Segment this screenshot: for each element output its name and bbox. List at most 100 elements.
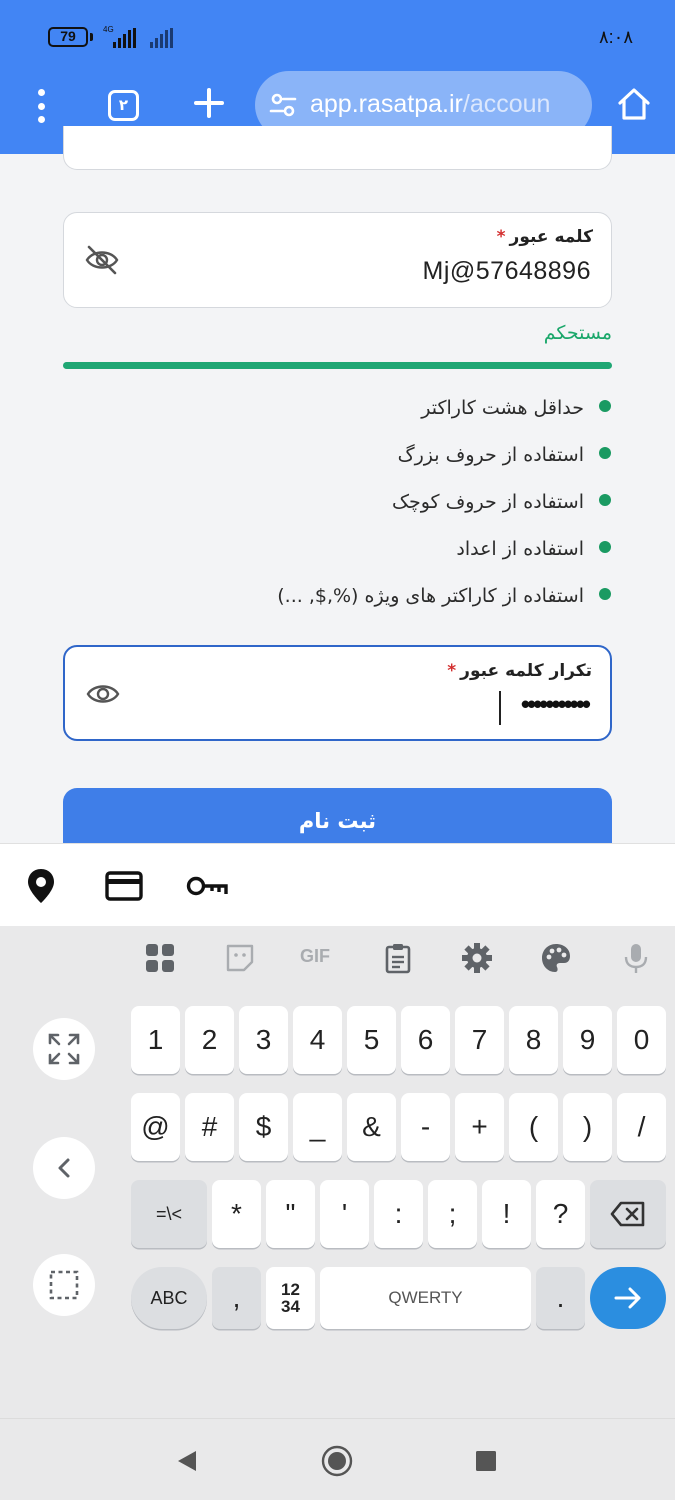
key-5[interactable]: 5 [347,1006,396,1074]
key-asterisk[interactable]: * [212,1180,261,1248]
backspace-key[interactable] [590,1180,666,1248]
list-item: استفاده از حروف کوچک [63,478,612,525]
settings-gear-icon[interactable] [461,942,493,974]
key-2[interactable]: 2 [185,1006,234,1074]
backspace-icon [610,1201,645,1227]
location-pin-icon[interactable] [26,868,56,904]
key-slash[interactable]: / [617,1093,666,1161]
password-input[interactable]: Mj@57648896 [423,257,592,286]
tab-switcher-button[interactable]: ۲ [108,90,139,121]
system-navigation-bar [0,1418,675,1500]
key-dollar[interactable]: $ [239,1093,288,1161]
key-8[interactable]: 8 [509,1006,558,1074]
key-1[interactable]: 1 [131,1006,180,1074]
key-semicolon[interactable]: ; [428,1180,477,1248]
url-path: /accoun [462,90,551,118]
key-minus[interactable]: - [401,1093,450,1161]
expand-arrows-icon [48,1033,80,1065]
eye-icon[interactable] [85,677,121,711]
key-close-paren[interactable]: ) [563,1093,612,1161]
eye-off-icon[interactable] [84,243,120,277]
autofill-bar [0,843,675,926]
key-open-paren[interactable]: ( [509,1093,558,1161]
clipboard-icon[interactable] [382,942,414,974]
key-single-quote[interactable]: ' [320,1180,369,1248]
check-dot-icon [599,400,611,412]
key-4[interactable]: 4 [293,1006,342,1074]
apps-grid-icon[interactable] [144,942,176,974]
arrow-right-icon [614,1287,641,1309]
key-9[interactable]: 9 [563,1006,612,1074]
keyboard-back-button[interactable] [33,1137,95,1199]
theme-palette-icon[interactable] [540,942,572,974]
battery-indicator: 79 [48,27,93,47]
period-key[interactable]: . [536,1267,585,1329]
key-colon[interactable]: : [374,1180,423,1248]
nav-home-icon[interactable] [321,1445,353,1477]
expand-keyboard-button[interactable] [33,1018,95,1080]
numpad-label-top: 12 [281,1280,300,1299]
list-item: حداقل هشت کاراکتر [63,384,612,431]
check-dot-icon [599,494,611,506]
password-field[interactable]: کلمه عبور* Mj@57648896 [63,212,612,308]
signal-strength-sim2-icon [150,26,173,48]
password-strength-bar [63,362,612,369]
required-mark: * [496,227,506,247]
confirm-password-input[interactable]: ••••••••••• [521,689,591,720]
site-settings-icon[interactable] [269,91,297,119]
key-icon[interactable] [186,875,228,897]
sticker-icon[interactable] [224,942,256,974]
status-bar: 79 4G ۸:۰۸ [0,0,675,72]
list-item: استفاده از کاراکتر های ویژه (%,$, ...) [63,572,612,619]
enter-key[interactable] [590,1267,666,1329]
password-rules-list: حداقل هشت کاراکتر استفاده از حروف بزرگ ا… [63,384,612,619]
url-text[interactable]: app.rasatpa.ir/accoun [310,90,550,119]
key-exclamation[interactable]: ! [482,1180,531,1248]
password-label: کلمه عبور* [496,227,593,247]
key-7[interactable]: 7 [455,1006,504,1074]
soft-keyboard: GIF 1 2 3 4 5 6 7 8 9 0 @ # $ _ & - + (… [0,926,675,1500]
abc-key[interactable]: ABC [131,1267,207,1329]
new-tab-icon[interactable] [194,88,224,118]
select-area-icon [49,1270,79,1300]
text-select-button[interactable] [33,1254,95,1316]
key-plus[interactable]: + [455,1093,504,1161]
nav-recents-icon[interactable] [476,1451,496,1471]
credit-card-icon[interactable] [105,871,143,901]
nav-back-icon[interactable] [176,1450,198,1472]
check-dot-icon [599,541,611,553]
numpad-label-bottom: 34 [281,1297,300,1316]
key-question[interactable]: ? [536,1180,585,1248]
check-dot-icon [599,447,611,459]
confirm-password-label: تکرار کلمه عبور* [447,661,592,681]
gif-button[interactable]: GIF [300,946,340,978]
key-hash[interactable]: # [185,1093,234,1161]
home-icon[interactable] [615,85,653,123]
password-strength-fill [63,362,612,369]
comma-key[interactable]: , [212,1267,261,1329]
previous-field-partial[interactable] [63,126,612,170]
chevron-left-icon [58,1158,70,1178]
key-ampersand[interactable]: & [347,1093,396,1161]
microphone-icon[interactable] [620,942,652,974]
key-double-quote[interactable]: " [266,1180,315,1248]
numpad-key[interactable]: 12 34 [266,1267,315,1329]
list-item: استفاده از اعداد [63,525,612,572]
required-mark: * [447,661,457,681]
text-cursor [499,691,501,725]
status-clock: ۸:۰۸ [598,27,633,47]
key-6[interactable]: 6 [401,1006,450,1074]
check-dot-icon [599,588,611,600]
list-item: استفاده از حروف بزرگ [63,431,612,478]
confirm-password-field[interactable]: تکرار کلمه عبور* ••••••••••• [63,645,612,741]
key-at[interactable]: @ [131,1093,180,1161]
key-underscore[interactable]: _ [293,1093,342,1161]
overflow-menu-icon[interactable] [26,86,56,126]
url-host: app.rasatpa.ir [310,90,463,118]
space-key[interactable]: QWERTY [320,1267,531,1329]
password-strength-label: مستحکم [543,322,612,344]
signal-strength-icon [113,26,136,48]
key-3[interactable]: 3 [239,1006,288,1074]
key-0[interactable]: 0 [617,1006,666,1074]
more-symbols-key[interactable]: =\< [131,1180,207,1248]
